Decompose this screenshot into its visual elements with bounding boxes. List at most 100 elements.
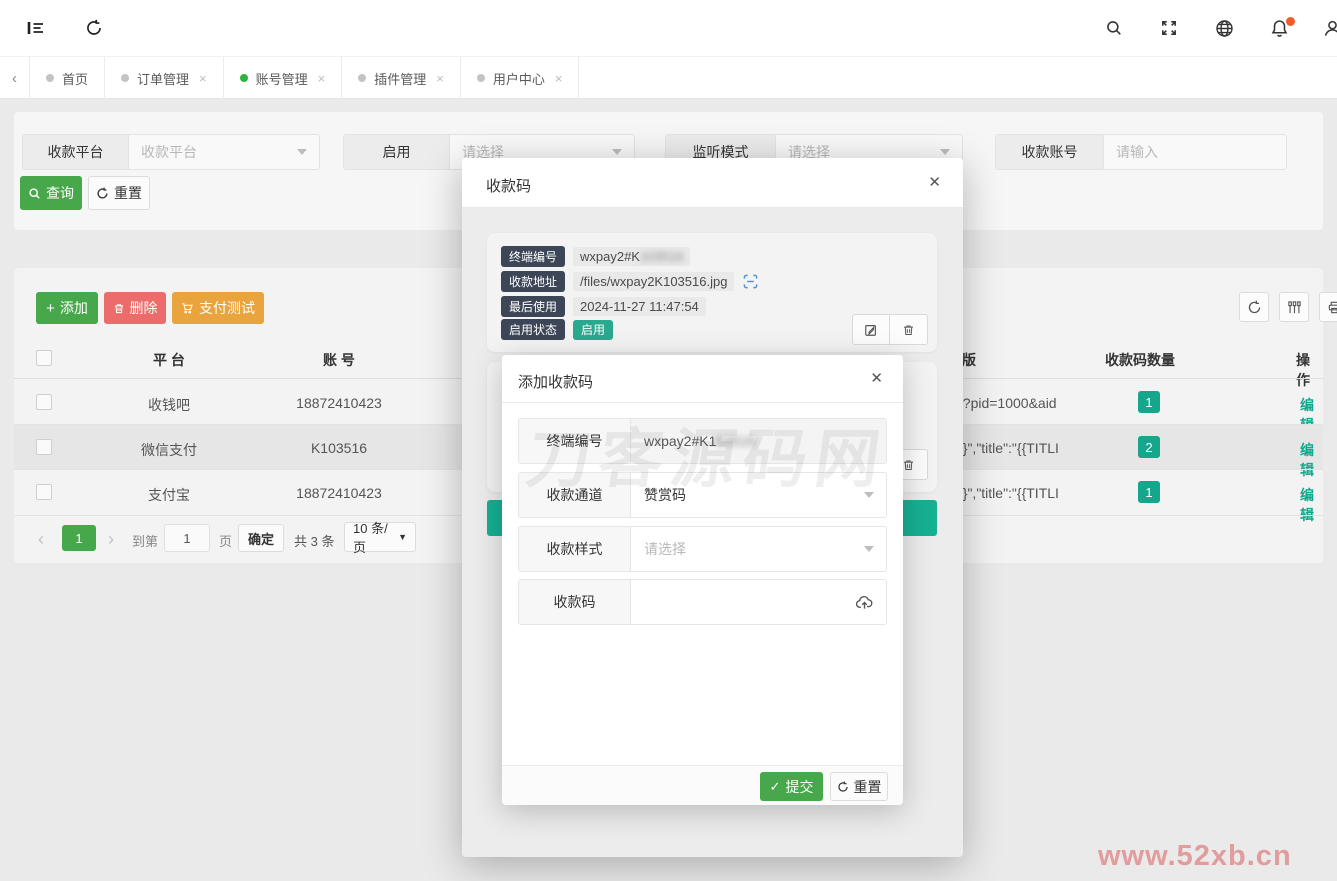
collapse-menu-icon[interactable] <box>22 14 50 42</box>
tab-dot <box>46 74 54 82</box>
add-button[interactable]: + 添加 <box>36 292 98 324</box>
trash-icon <box>113 302 125 315</box>
tab-orders[interactable]: 订单管理 × <box>105 57 224 99</box>
qrcode-count-badge[interactable]: 2 <box>1138 436 1160 458</box>
tab-close-icon[interactable]: × <box>436 71 444 86</box>
cell-account: 18872410423 <box>284 395 394 411</box>
table-refresh-button[interactable] <box>1239 292 1269 322</box>
search-icon[interactable] <box>1100 14 1128 42</box>
edit-pencil-icon <box>864 323 878 337</box>
row-checkbox[interactable] <box>36 394 52 410</box>
cloud-upload-icon <box>855 593 874 612</box>
cell-platform: 收钱吧 <box>124 395 214 415</box>
style-select[interactable]: 请选择 <box>631 527 886 571</box>
last-used-value: 2024-11-27 11:47:54 <box>573 297 706 316</box>
qrcode-item-card: 终端编号 wxpay2#K103516 收款地址 /files/wxpay2K1… <box>487 233 937 352</box>
col-header-version-partial: 版 <box>962 350 976 370</box>
preview-scan-icon[interactable] <box>742 273 759 290</box>
tabs-scroll-left-icon[interactable]: ‹ <box>0 57 30 99</box>
add-modal-close-icon[interactable]: ✕ <box>870 371 883 386</box>
columns-icon <box>1287 300 1302 315</box>
add-modal-footer: ✓ 提交 重置 <box>502 765 903 805</box>
qrcode-count-badge[interactable]: 1 <box>1138 391 1160 413</box>
select-all-checkbox[interactable] <box>36 350 52 366</box>
style-row-label: 收款样式 <box>519 527 631 571</box>
add-modal-header: 添加收款码 ✕ <box>502 355 903 403</box>
qrcode-row-label: 收款码 <box>519 580 631 624</box>
tab-close-icon[interactable]: × <box>199 71 207 86</box>
refresh-page-icon[interactable] <box>80 14 108 42</box>
page-next-icon[interactable]: › <box>108 530 114 548</box>
tab-accounts[interactable]: 账号管理 × <box>224 57 343 99</box>
search-icon <box>28 187 41 200</box>
submit-button-label: 提交 <box>785 777 813 797</box>
row-checkbox[interactable] <box>36 484 52 500</box>
app-root: ‹ 首页 订单管理 × 账号管理 × 插件管理 × 用户中心 × 收款平台 <box>0 0 1337 881</box>
search-button-label: 查询 <box>46 183 74 203</box>
page-size-select[interactable]: 10 条/页 ▼ <box>344 522 416 552</box>
cell-notify-partial: ult?pid=1000&aid <box>948 395 1057 411</box>
reset-button[interactable]: 重置 <box>88 176 150 210</box>
printer-icon <box>1327 300 1337 315</box>
masked-text: 03516 <box>716 433 755 449</box>
cart-icon <box>181 302 194 315</box>
modal-reset-button-label: 重置 <box>854 777 882 797</box>
cell-platform: 微信支付 <box>124 440 214 460</box>
tab-dot <box>358 74 366 82</box>
delete-button[interactable]: 删除 <box>104 292 166 324</box>
refresh-icon <box>96 187 109 200</box>
status-label-badge: 启用状态 <box>501 319 565 340</box>
user-profile-icon[interactable] <box>1318 14 1337 42</box>
filter-platform-select[interactable]: 收款平台 <box>129 135 319 169</box>
edit-link[interactable]: 编辑 <box>1300 485 1323 525</box>
page-prev-icon[interactable]: ‹ <box>38 530 44 548</box>
col-header-platform: 平 台 <box>124 350 214 370</box>
qrcode-modal-close-icon[interactable]: ✕ <box>928 175 941 190</box>
pay-test-button-label: 支付测试 <box>199 298 255 318</box>
qrcode-modal-header: 收款码 ✕ <box>462 158 963 208</box>
filter-account-placeholder: 请输入 <box>1116 142 1158 162</box>
terminal-row-value: wxpay2#K103516 <box>631 419 886 463</box>
delete-button-label: 删除 <box>130 298 158 318</box>
edit-qrcode-button[interactable] <box>852 314 890 345</box>
masked-text: 103516 <box>640 249 683 264</box>
tab-close-icon[interactable]: × <box>318 71 326 86</box>
tab-plugins[interactable]: 插件管理 × <box>342 57 461 99</box>
fullscreen-icon[interactable] <box>1155 14 1183 42</box>
style-placeholder: 请选择 <box>644 539 686 559</box>
qrcode-upload-field[interactable] <box>631 580 886 624</box>
filter-platform-placeholder: 收款平台 <box>141 142 197 162</box>
qrcode-count-badge[interactable]: 1 <box>1138 481 1160 503</box>
chevron-down-icon <box>297 149 307 155</box>
language-globe-icon[interactable] <box>1210 14 1238 42</box>
tab-label: 插件管理 <box>374 69 426 88</box>
tab-label: 首页 <box>62 69 88 88</box>
table-columns-button[interactable] <box>1279 292 1309 322</box>
modal-reset-button[interactable]: 重置 <box>830 772 888 801</box>
goto-confirm-button[interactable]: 确定 <box>238 524 284 552</box>
channel-row: 收款通道 赞赏码 <box>518 472 887 518</box>
delete-qrcode-button[interactable] <box>890 314 928 345</box>
tab-home[interactable]: 首页 <box>30 57 105 99</box>
page-size-value: 10 条/页 <box>353 518 393 556</box>
topbar <box>0 0 1337 57</box>
filter-platform: 收款平台 收款平台 <box>22 134 320 170</box>
tab-close-icon[interactable]: × <box>555 71 563 86</box>
channel-select[interactable]: 赞赏码 <box>631 473 886 517</box>
chevron-down-icon <box>612 149 622 155</box>
channel-row-label: 收款通道 <box>519 473 631 517</box>
goto-page-input[interactable] <box>164 524 210 552</box>
row-checkbox[interactable] <box>36 439 52 455</box>
table-print-button[interactable] <box>1319 292 1337 322</box>
style-row: 收款样式 请选择 <box>518 526 887 572</box>
search-button[interactable]: 查询 <box>20 176 82 210</box>
cell-account: K103516 <box>284 440 394 456</box>
submit-button[interactable]: ✓ 提交 <box>760 772 823 801</box>
filter-account-input[interactable]: 请输入 <box>1104 135 1286 169</box>
tab-user-center[interactable]: 用户中心 × <box>461 57 580 99</box>
channel-value: 赞赏码 <box>644 485 686 505</box>
tab-label: 用户中心 <box>493 69 545 88</box>
cell-platform: 支付宝 <box>124 485 214 505</box>
page-number-button[interactable]: 1 <box>62 525 96 551</box>
pay-test-button[interactable]: 支付测试 <box>172 292 264 324</box>
